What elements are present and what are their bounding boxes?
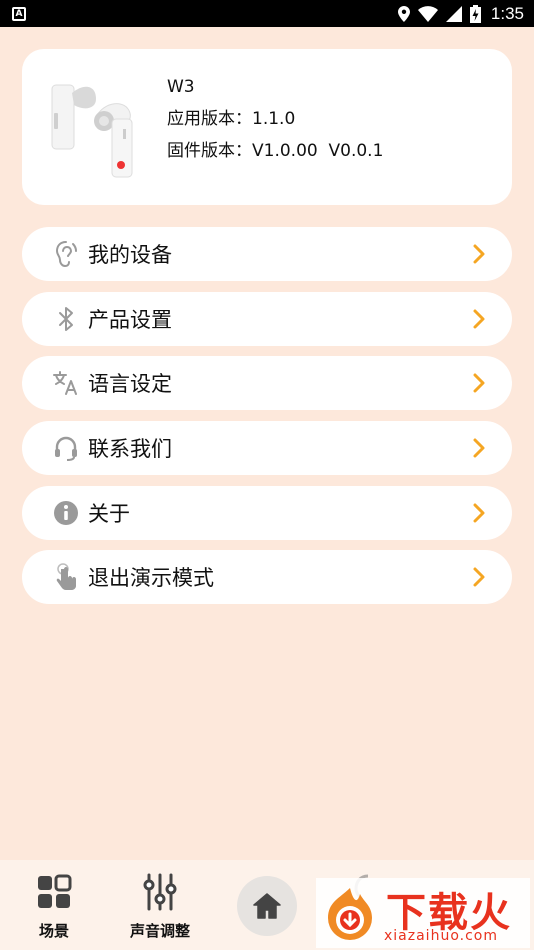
menu-item-my-device[interactable]: 我的设备	[22, 227, 512, 281]
headset-icon	[52, 434, 80, 462]
app-version-label: 应用版本：	[167, 109, 252, 129]
nav-item-sound-adjust[interactable]: 声音调整	[115, 872, 205, 941]
menu-item-exit-demo[interactable]: 退出演示模式	[22, 550, 512, 604]
device-card[interactable]: W3 应用版本： 1.1.0 固件版本： V1.0.00 V0.0.1	[22, 49, 512, 205]
menu-item-language[interactable]: 语言设定	[22, 356, 512, 410]
info-icon	[52, 499, 80, 527]
menu-item-product-settings[interactable]: 产品设置	[22, 292, 512, 346]
chevron-right-icon	[473, 373, 485, 393]
menu-item-label: 我的设备	[88, 243, 172, 267]
menu-item-label: 退出演示模式	[88, 566, 214, 590]
watermark: 下载火 xiazaihuo.com	[316, 878, 530, 948]
status-bar: A 1:35	[0, 0, 534, 27]
battery-charging-icon	[469, 4, 481, 23]
watermark-logo	[328, 888, 372, 940]
chevron-right-icon	[473, 503, 485, 523]
nav-label: 声音调整	[129, 922, 190, 940]
location-icon	[397, 5, 410, 22]
home-button[interactable]	[237, 876, 297, 936]
bluetooth-icon	[52, 305, 80, 333]
chevron-right-icon	[473, 567, 485, 587]
signal-icon	[445, 5, 462, 22]
app-version-value: 1.1.0	[252, 109, 296, 129]
device-info: W3 应用版本： 1.1.0 固件版本： V1.0.00 V0.0.1	[167, 71, 383, 167]
wifi-icon	[417, 5, 438, 22]
menu-item-about[interactable]: 关于	[22, 486, 512, 540]
nav-label: 场景	[38, 922, 69, 940]
touch-icon	[52, 563, 80, 591]
home-icon	[253, 893, 281, 919]
firmware-version-value: V1.0.00 V0.0.1	[252, 141, 384, 161]
earbuds-image	[51, 84, 133, 178]
clock: 1:35	[490, 3, 524, 23]
menu-item-label: 产品设置	[88, 308, 172, 332]
watermark-subtitle: xiazaihuo.com	[384, 928, 498, 944]
menu-item-label: 语言设定	[88, 372, 172, 396]
menu-item-contact-us[interactable]: 联系我们	[22, 421, 512, 475]
chevron-right-icon	[473, 244, 485, 264]
nav-item-scenes[interactable]: 场景	[9, 872, 99, 941]
ear-icon	[52, 240, 80, 268]
sliders-icon	[140, 872, 180, 912]
menu-item-label: 联系我们	[88, 437, 172, 461]
translate-icon	[52, 369, 80, 397]
firmware-version-label: 固件版本：	[167, 141, 252, 161]
chevron-right-icon	[473, 438, 485, 458]
menu-item-label: 关于	[88, 502, 130, 526]
app-notification-icon: A	[12, 6, 26, 21]
chevron-right-icon	[473, 309, 485, 329]
grid-icon	[34, 872, 74, 912]
device-name: W3	[167, 77, 195, 97]
